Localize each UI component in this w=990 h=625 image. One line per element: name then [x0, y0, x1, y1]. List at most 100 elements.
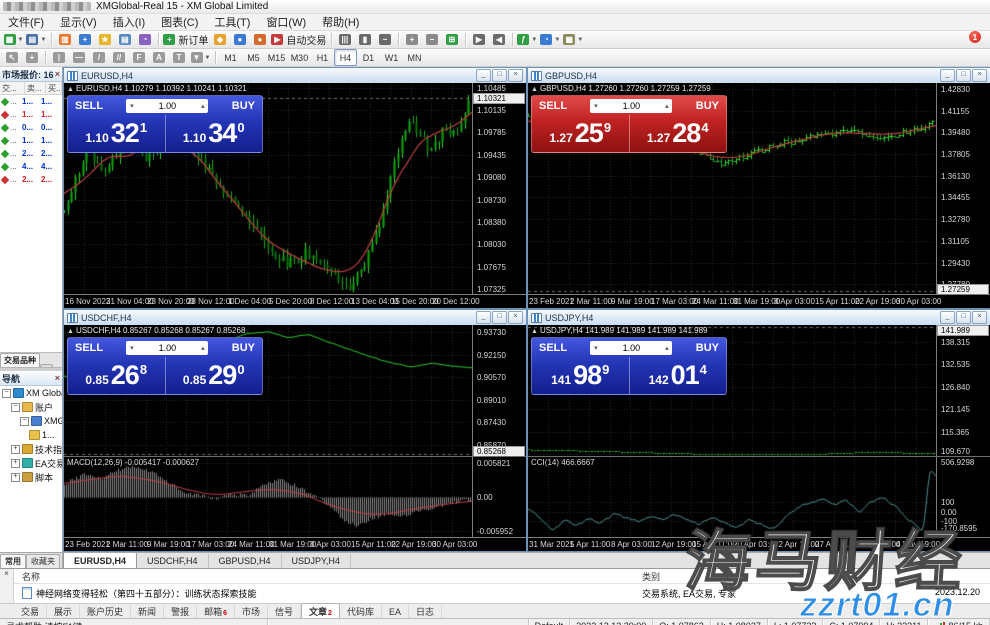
- window-titlebar[interactable]: XMGlobal-Real 15 - XM Global Limited: [0, 0, 990, 14]
- price-axis[interactable]: 1.104851.101351.097851.094351.090801.087…: [472, 83, 526, 294]
- volume-decrease-icon[interactable]: ▾: [126, 344, 137, 352]
- volume-stepper[interactable]: ▾1.00▴: [126, 99, 208, 113]
- timeframe-button-h1[interactable]: H1: [311, 49, 334, 66]
- label-tool[interactable]: T: [170, 49, 189, 66]
- tree-expander-icon[interactable]: +: [11, 473, 20, 482]
- new-order-button[interactable]: +新订单: [162, 31, 209, 48]
- market-watch-row[interactable]: ...1...1...: [0, 95, 62, 108]
- chart-shift-button[interactable]: ◀: [489, 31, 508, 48]
- cursor-tool[interactable]: ↖: [3, 49, 22, 66]
- volume-decrease-icon[interactable]: ▾: [590, 344, 601, 352]
- new-chart-button[interactable]: ▦▼: [3, 31, 25, 48]
- zoom-out-button[interactable]: −: [422, 31, 441, 48]
- channel-tool[interactable]: //: [110, 49, 129, 66]
- buy-button[interactable]: BUY: [232, 100, 255, 112]
- notification-badge[interactable]: 1: [969, 31, 981, 43]
- terminal-tab-4[interactable]: 警报: [164, 605, 197, 618]
- text-tool[interactable]: A: [150, 49, 169, 66]
- metaeditor-button[interactable]: ◆: [210, 31, 229, 48]
- terminal-column-category[interactable]: 类别: [642, 570, 660, 583]
- sell-button[interactable]: SELL: [75, 342, 103, 354]
- terminal-tab-0[interactable]: 交易: [14, 605, 47, 618]
- market-watch-column-0[interactable]: 交...: [0, 82, 25, 94]
- autotrading-button[interactable]: ▶自动交易: [270, 31, 327, 48]
- sell-price[interactable]: 141989: [532, 357, 629, 394]
- navigator-scripts[interactable]: +脚本: [0, 470, 62, 484]
- time-axis[interactable]: 23 Feb 20212 Mar 11:009 Mar 19:0017 Mar …: [528, 294, 990, 308]
- price-axis[interactable]: 0.937300.921500.905700.890100.874300.858…: [472, 325, 526, 456]
- navigator-toggle[interactable]: ★: [95, 31, 114, 48]
- horizontal-line-tool[interactable]: —: [70, 49, 89, 66]
- indicator-axis[interactable]: 0.0058210.00-0.005952: [472, 457, 526, 537]
- navigator-account[interactable]: 1...: [0, 428, 62, 442]
- price-axis[interactable]: 138.315132.535126.840121.145115.365109.6…: [936, 325, 990, 456]
- chart-tab-0[interactable]: EURUSD,H4: [63, 553, 137, 568]
- volume-stepper[interactable]: ▾1.00▴: [590, 341, 672, 355]
- buy-button[interactable]: BUY: [696, 100, 719, 112]
- timeframe-button-m15[interactable]: M15: [265, 49, 288, 66]
- sell-price[interactable]: 1.10321: [68, 115, 165, 152]
- bar-chart-button[interactable]: |||: [335, 31, 354, 48]
- zoom-in-button[interactable]: +: [402, 31, 421, 48]
- volume-decrease-icon[interactable]: ▾: [590, 102, 601, 110]
- status-connection[interactable]: 86/15 kb: [928, 619, 990, 625]
- tree-expander-icon[interactable]: −: [2, 389, 11, 398]
- chart-window-titlebar[interactable]: GBPUSD,H4 _ □ ×: [528, 68, 990, 83]
- article-row[interactable]: 神经网络变得轻松（第四十五部分）：训练状态探索技能 交易系统, EA交易, 专家…: [14, 584, 990, 601]
- arrows-tool[interactable]: ▼▼: [190, 49, 212, 66]
- candlestick-button[interactable]: ▮: [355, 31, 374, 48]
- menu-item-1[interactable]: 显示(V): [52, 14, 105, 30]
- close-icon[interactable]: ×: [508, 69, 523, 82]
- periods-button[interactable]: ◔▼: [539, 31, 561, 48]
- navigator-root[interactable]: −XM Global: [0, 386, 62, 400]
- close-icon[interactable]: ×: [972, 69, 987, 82]
- templates-button[interactable]: ▦▼: [562, 31, 584, 48]
- market-watch-row[interactable]: ...1...1...: [0, 108, 62, 121]
- close-icon[interactable]: ×: [972, 311, 987, 324]
- terminal-column-name[interactable]: 名称: [22, 570, 40, 583]
- volume-increase-icon[interactable]: ▴: [661, 102, 672, 110]
- menu-item-3[interactable]: 图表(C): [153, 14, 206, 30]
- chart-window-titlebar[interactable]: EURUSD,H4 _ □ ×: [64, 68, 526, 83]
- navigator-close-icon[interactable]: ×: [55, 374, 60, 383]
- navigator-tab-1[interactable]: 收藏夹: [26, 554, 60, 568]
- volume-stepper[interactable]: ▾1.00▴: [590, 99, 672, 113]
- market-watch-toggle[interactable]: ▥: [55, 31, 74, 48]
- navigator-server[interactable]: −XMG...: [0, 414, 62, 428]
- menu-item-0[interactable]: 文件(F): [0, 14, 52, 30]
- chart-tab-2[interactable]: GBPUSD,H4: [209, 554, 282, 568]
- market-watch-tab-symbols[interactable]: 交易品种: [0, 353, 40, 367]
- sell-price[interactable]: 1.27259: [532, 115, 629, 152]
- market-watch-column-headers[interactable]: 交...卖...买...: [0, 82, 62, 95]
- restore-icon[interactable]: □: [492, 311, 507, 324]
- trendline-tool[interactable]: /: [90, 49, 109, 66]
- indicator-canvas[interactable]: [64, 457, 472, 537]
- volume-increase-icon[interactable]: ▴: [197, 344, 208, 352]
- tile-windows-button[interactable]: ⊞: [442, 31, 461, 48]
- minimize-icon[interactable]: _: [476, 69, 491, 82]
- terminal-tab-8[interactable]: 文章2: [301, 603, 340, 618]
- terminal-tab-7[interactable]: 信号: [268, 605, 301, 618]
- tree-expander-icon[interactable]: −: [11, 403, 20, 412]
- market-watch-row[interactable]: ...2...2...: [0, 173, 62, 186]
- navigator-tab-0[interactable]: 常用: [0, 554, 26, 568]
- restore-icon[interactable]: □: [492, 69, 507, 82]
- terminal-tab-2[interactable]: 账户历史: [80, 605, 131, 618]
- sell-price[interactable]: 0.85268: [68, 357, 165, 394]
- terminal-tab-9[interactable]: 代码库: [340, 605, 382, 618]
- tree-expander-icon[interactable]: +: [11, 459, 20, 468]
- menu-item-6[interactable]: 帮助(H): [314, 14, 367, 30]
- buy-price[interactable]: 0.85290: [165, 357, 263, 394]
- buy-price[interactable]: 1.10340: [165, 115, 263, 152]
- price-axis[interactable]: 1.428301.411551.394801.378051.361301.344…: [936, 83, 990, 294]
- terminal-close-button[interactable]: ×: [4, 569, 9, 578]
- restore-icon[interactable]: □: [956, 311, 971, 324]
- minimize-icon[interactable]: _: [940, 311, 955, 324]
- market-watch-row[interactable]: ...1...1...: [0, 134, 62, 147]
- volume-increase-icon[interactable]: ▴: [661, 344, 672, 352]
- buy-button[interactable]: BUY: [232, 342, 255, 354]
- sell-button[interactable]: SELL: [75, 100, 103, 112]
- indicator-canvas[interactable]: [528, 457, 936, 537]
- timeframe-button-mn[interactable]: MN: [403, 49, 426, 66]
- time-axis[interactable]: 31 Mar 20215 Apr 11:008 Apr 03:0012 Apr …: [528, 537, 990, 551]
